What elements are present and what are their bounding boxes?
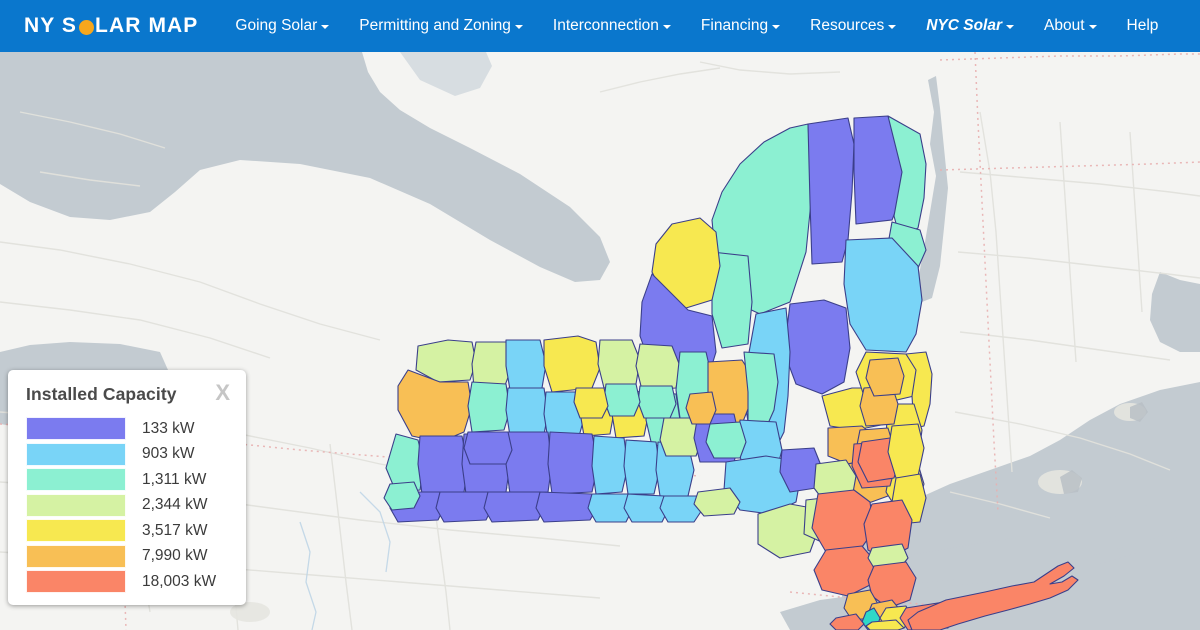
legend-row[interactable]: 903 kW — [8, 442, 246, 468]
legend-header: Installed Capacity X — [8, 382, 246, 416]
legend-color-swatch — [26, 493, 126, 517]
legend-value-label: 903 kW — [142, 445, 195, 463]
nav-item-resources[interactable]: Resources — [795, 0, 911, 52]
legend-color-swatch — [26, 417, 126, 441]
brand-text-suffix: LAR MAP — [95, 14, 199, 37]
sun-circle-icon — [78, 19, 94, 35]
nav-item-label: Going Solar — [235, 17, 318, 34]
chevron-down-icon — [1088, 24, 1097, 29]
legend-row[interactable]: 3,517 kW — [8, 518, 246, 544]
nav-item-label: NYC Solar — [926, 17, 1003, 34]
close-x-icon[interactable]: X — [211, 382, 234, 404]
legend-color-swatch — [26, 519, 126, 543]
nav-item-interconnection[interactable]: Interconnection — [538, 0, 686, 52]
nav-item-label: Help — [1126, 17, 1159, 34]
legend-value-label: 2,344 kW — [142, 496, 208, 514]
map-viewport[interactable]: Installed Capacity X 133 kW 903 kW 1,311 k… — [0, 52, 1200, 630]
nav-item-going-solar[interactable]: Going Solar — [220, 0, 344, 52]
legend-color-swatch — [26, 544, 126, 568]
chevron-down-icon — [772, 24, 781, 29]
nav-item-permitting-and-zoning[interactable]: Permitting and Zoning — [344, 0, 538, 52]
legend-value-label: 133 kW — [142, 419, 195, 437]
map-legend-panel[interactable]: Installed Capacity X 133 kW 903 kW 1,311 k… — [8, 370, 246, 605]
main-menu: Going Solar Permitting and Zoning Intercon… — [220, 0, 1173, 52]
chevron-down-icon — [1006, 24, 1015, 29]
ny-solar-map-page: NY S LAR MAP Going Solar Permitting and Zo… — [0, 0, 1200, 630]
site-logo[interactable]: NY S LAR MAP — [24, 14, 198, 38]
legend-color-swatch — [26, 442, 126, 466]
legend-items-list: 133 kW 903 kW 1,311 kW 2,344 kW 3,517 kW 7,99… — [8, 416, 246, 595]
brand-text-prefix: NY S — [24, 14, 78, 37]
nav-item-help[interactable]: Help — [1112, 0, 1174, 52]
chevron-down-icon — [888, 24, 897, 29]
legend-color-swatch — [26, 468, 126, 492]
legend-color-swatch — [26, 570, 126, 594]
chevron-down-icon — [321, 24, 330, 29]
nav-item-label: Interconnection — [552, 17, 659, 34]
chevron-down-icon — [662, 24, 671, 29]
legend-title: Installed Capacity — [26, 384, 177, 404]
chevron-down-icon — [514, 24, 523, 29]
legend-value-label: 3,517 kW — [142, 521, 208, 539]
top-navigation-bar: NY S LAR MAP Going Solar Permitting and Zo… — [0, 0, 1200, 52]
legend-value-label: 1,311 kW — [142, 470, 207, 488]
nav-item-label: Financing — [700, 17, 769, 34]
nav-item-about[interactable]: About — [1029, 0, 1112, 52]
legend-row[interactable]: 18,003 kW — [8, 569, 246, 595]
nav-item-label: About — [1044, 17, 1085, 34]
nav-item-label: Resources — [810, 17, 885, 34]
nav-item-financing[interactable]: Financing — [686, 0, 795, 52]
legend-row[interactable]: 2,344 kW — [8, 493, 246, 519]
legend-row[interactable]: 1,311 kW — [8, 467, 246, 493]
nav-item-nyc-solar[interactable]: NYC Solar — [911, 0, 1029, 52]
legend-value-label: 18,003 kW — [142, 572, 217, 590]
legend-row[interactable]: 133 kW — [8, 416, 246, 442]
legend-row[interactable]: 7,990 kW — [8, 544, 246, 570]
legend-value-label: 7,990 kW — [142, 547, 208, 565]
nav-item-label: Permitting and Zoning — [359, 17, 511, 34]
